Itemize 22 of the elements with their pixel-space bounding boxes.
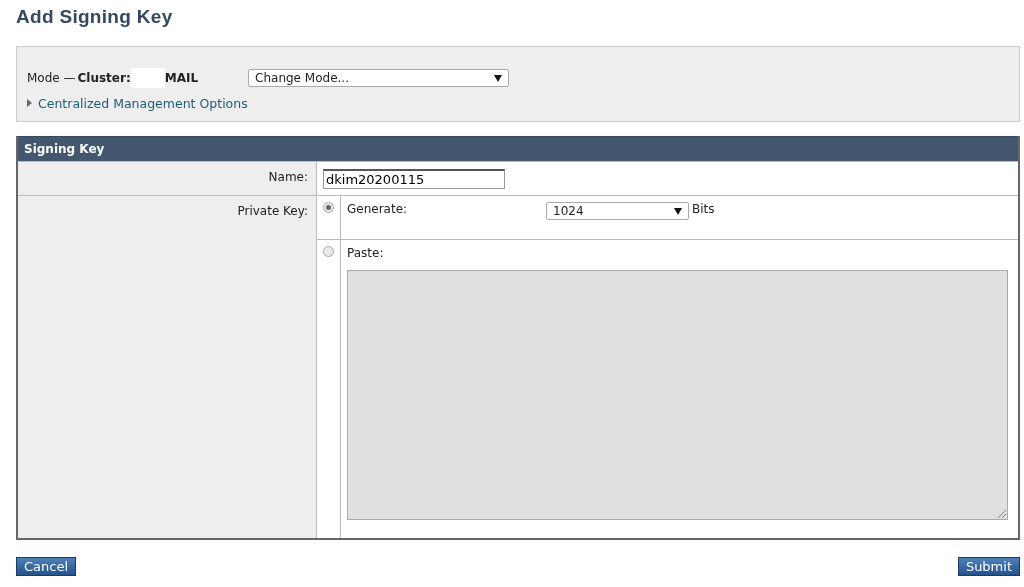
private-key-label: Private Key: bbox=[236, 203, 309, 220]
mode-label: Mode — bbox=[27, 71, 76, 85]
radio-button[interactable] bbox=[323, 246, 334, 257]
submit-button[interactable]: Submit bbox=[957, 557, 1020, 576]
caret-icon bbox=[674, 207, 682, 215]
bits-label: Bits bbox=[692, 202, 715, 216]
options-link[interactable]: Centralized Management Options bbox=[38, 95, 248, 111]
mode-select[interactable]: Change Mode... bbox=[248, 69, 510, 87]
cancel-button[interactable]: Cancel bbox=[16, 557, 77, 576]
name-label: Name: bbox=[267, 169, 309, 186]
name-field[interactable]: dkim20200115 bbox=[323, 169, 505, 189]
key-size-select[interactable]: 1024 bbox=[546, 202, 689, 220]
radio-button[interactable] bbox=[323, 202, 334, 213]
panel-header: Signing Key bbox=[18, 136, 1018, 161]
cluster-name: MAIL bbox=[164, 71, 199, 85]
disclosure-icon[interactable] bbox=[27, 99, 32, 107]
paste-label: Paste: bbox=[347, 246, 385, 260]
page-title: Add Signing Key bbox=[16, 5, 174, 29]
caret-icon bbox=[494, 74, 503, 82]
resize-grip-icon[interactable] bbox=[998, 510, 1006, 518]
generate-label: Generate: bbox=[347, 202, 409, 216]
cluster-label: Cluster: bbox=[77, 71, 131, 85]
